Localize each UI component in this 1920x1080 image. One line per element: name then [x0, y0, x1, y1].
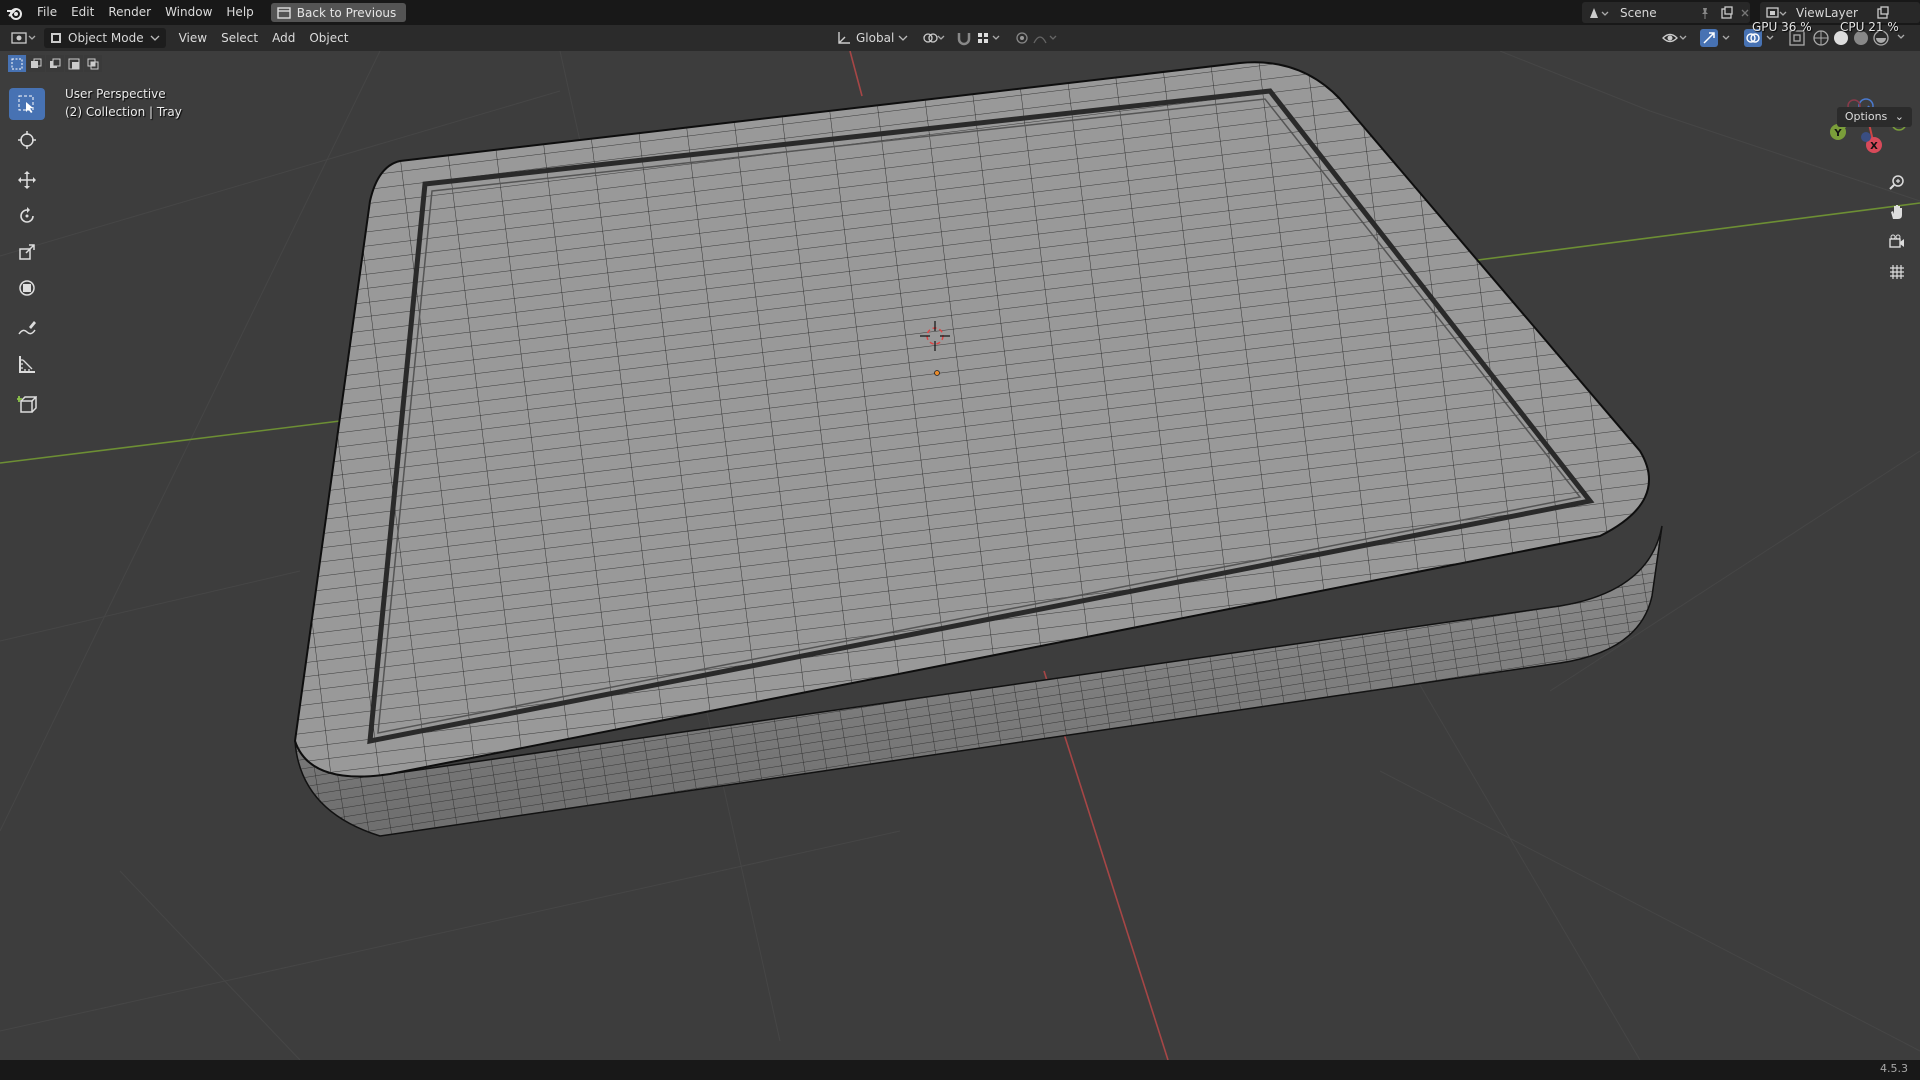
- cpu-usage: CPU 21 %: [1840, 20, 1899, 34]
- menu-add[interactable]: Add: [265, 28, 302, 48]
- viewport-collection-label: (2) Collection | Tray: [65, 105, 182, 119]
- pivot-point-icon[interactable]: [922, 30, 946, 46]
- menu-edit[interactable]: Edit: [64, 0, 101, 25]
- cursor-tool-icon[interactable]: [9, 124, 45, 156]
- transform-tool-icon[interactable]: [9, 272, 45, 304]
- gpu-value: 36 %: [1781, 20, 1812, 34]
- scene-selector[interactable]: Scene: [1582, 2, 1750, 23]
- gpu-label: GPU: [1752, 20, 1778, 34]
- new-view-layer-icon[interactable]: [1876, 5, 1890, 20]
- scene-name[interactable]: Scene: [1620, 6, 1698, 20]
- select-subtract-icon[interactable]: [46, 55, 64, 72]
- blender-logo-icon[interactable]: [0, 0, 30, 25]
- select-intersect-icon[interactable]: [84, 55, 102, 72]
- options-label: Options: [1844, 110, 1888, 123]
- proportional-editing-icon[interactable]: [1014, 30, 1060, 46]
- transform-orientation-dropdown[interactable]: Global: [836, 28, 908, 48]
- window-icon: [277, 6, 291, 19]
- menu-select[interactable]: Select: [214, 28, 265, 48]
- move-tool-icon[interactable]: [9, 164, 45, 196]
- rotate-tool-icon[interactable]: [9, 200, 45, 232]
- pin-icon[interactable]: [1698, 6, 1712, 20]
- cpu-label: CPU: [1840, 20, 1865, 34]
- select-extend-icon[interactable]: [27, 55, 45, 72]
- snap-icon[interactable]: [956, 30, 972, 46]
- menu-object[interactable]: Object: [302, 28, 355, 48]
- ortho-toggle-icon[interactable]: [1884, 259, 1910, 285]
- orientation-label: Global: [856, 31, 895, 45]
- cpu-value: 21 %: [1868, 20, 1899, 34]
- chevron-down-icon: [150, 34, 160, 42]
- gpu-usage: GPU 36 %: [1752, 20, 1812, 34]
- viewport-header: Object Mode View Select Add Object Globa…: [0, 25, 1920, 51]
- scene-icon: [1588, 6, 1610, 20]
- menu-help[interactable]: Help: [219, 0, 260, 25]
- visibility-icon[interactable]: [1662, 29, 1688, 47]
- pan-hand-icon[interactable]: [1884, 199, 1910, 225]
- object-origin: [934, 370, 940, 376]
- menu-file[interactable]: File: [30, 0, 64, 25]
- add-cube-tool-icon[interactable]: [9, 388, 45, 420]
- editor-type-icon[interactable]: [10, 30, 38, 46]
- y-axis-line-right: [1469, 202, 1920, 262]
- x-axis-line: [849, 51, 863, 97]
- camera-view-icon[interactable]: [1884, 229, 1910, 255]
- menu-render[interactable]: Render: [101, 0, 158, 25]
- svg-text:X: X: [1870, 141, 1878, 152]
- view-layer-icon: [1766, 6, 1788, 20]
- 3d-viewport[interactable]: Y X User Perspective (2) Collection | Tr…: [0, 51, 1920, 1060]
- tool-shelf: [9, 88, 47, 424]
- view-layer-name[interactable]: ViewLayer: [1796, 6, 1876, 20]
- back-to-previous-label: Back to Previous: [296, 5, 397, 20]
- menu-view[interactable]: View: [172, 28, 214, 48]
- y-axis-line: [0, 420, 341, 464]
- orientation-icon: [836, 31, 852, 45]
- viewport-perspective-label: User Perspective: [65, 87, 166, 101]
- svg-text:Y: Y: [1833, 128, 1842, 139]
- back-to-previous-button[interactable]: Back to Previous: [270, 3, 407, 22]
- object-mode-icon: [50, 32, 62, 44]
- selection-mode-buttons: [8, 55, 102, 72]
- status-bar: 4.5.3: [0, 1060, 1920, 1080]
- menu-window[interactable]: Window: [158, 0, 219, 25]
- top-bar: File Edit Render Window Help Back to Pre…: [0, 0, 1920, 25]
- measure-tool-icon[interactable]: [9, 348, 45, 380]
- new-scene-icon[interactable]: [1720, 5, 1734, 20]
- select-invert-icon[interactable]: [65, 55, 83, 72]
- remove-scene-icon[interactable]: [1740, 8, 1750, 18]
- snap-target-icon[interactable]: [976, 30, 1004, 46]
- version-label: 4.5.3: [1880, 1062, 1908, 1075]
- select-box-tool-icon[interactable]: [9, 88, 45, 120]
- viewport-canvas: Y X: [0, 51, 1920, 1060]
- chevron-down-icon: ⌄: [1894, 110, 1904, 123]
- gizmo-toggle-icon[interactable]: [1700, 28, 1734, 48]
- scale-tool-icon[interactable]: [9, 236, 45, 268]
- annotate-tool-icon[interactable]: [9, 312, 45, 344]
- zoom-icon[interactable]: [1884, 169, 1910, 195]
- object-mode-dropdown[interactable]: Object Mode: [44, 28, 166, 48]
- object-mode-label: Object Mode: [68, 31, 144, 45]
- select-new-icon[interactable]: [8, 55, 26, 72]
- chevron-down-icon: [898, 34, 908, 42]
- options-dropdown[interactable]: Options ⌄: [1836, 107, 1912, 127]
